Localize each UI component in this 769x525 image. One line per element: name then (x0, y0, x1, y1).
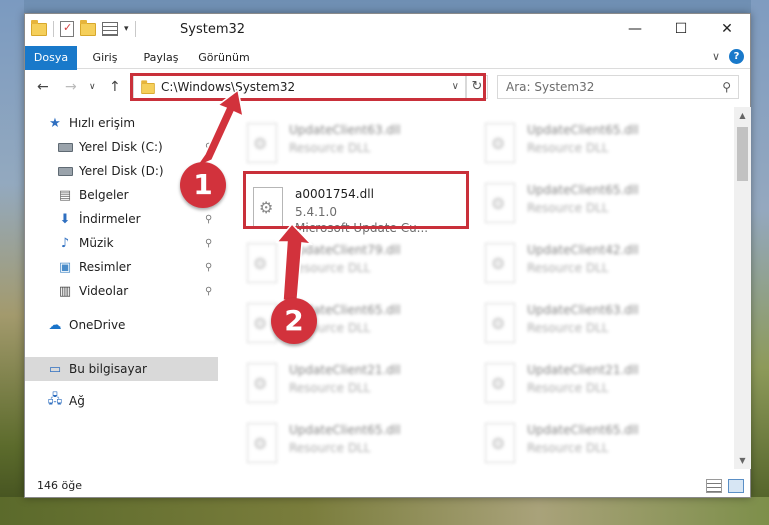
arrow-to-file (275, 222, 313, 304)
step-1-badge: 1 (180, 162, 226, 208)
step-2-badge: 2 (271, 298, 317, 344)
arrow-to-address-bar (193, 88, 245, 169)
annotation-arrows (193, 88, 313, 304)
